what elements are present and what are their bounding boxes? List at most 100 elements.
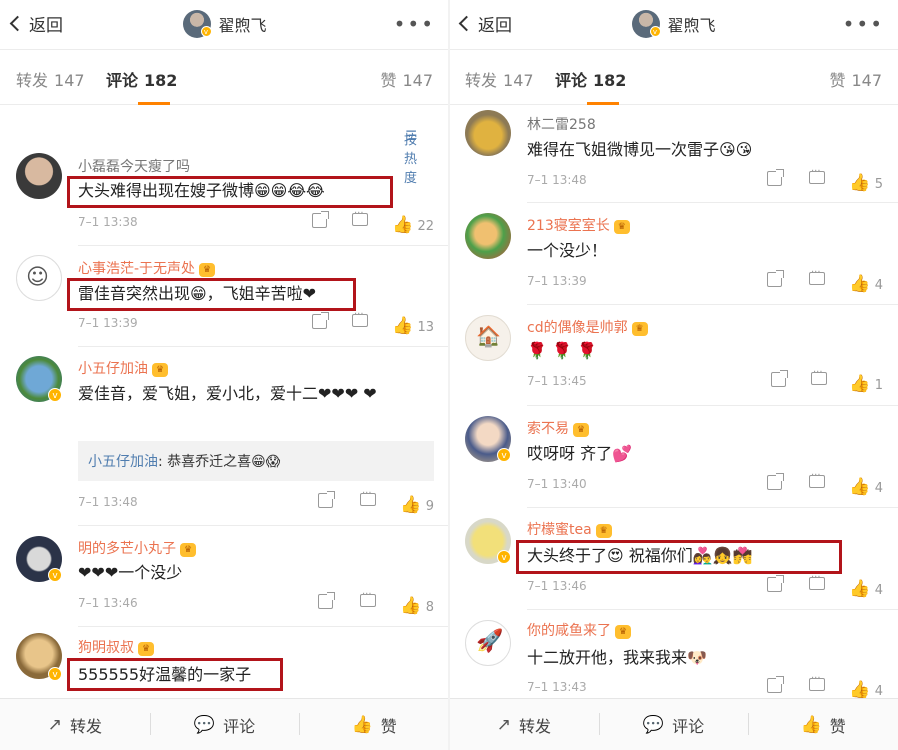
- username-text: cd的偶像是帅郭: [527, 320, 628, 336]
- repost-button[interactable]: ↗ 转发: [449, 699, 599, 750]
- reply-icon[interactable]: [360, 488, 376, 509]
- comment-divider: [527, 405, 898, 406]
- comment-username[interactable]: 狗明叔叔 ♛: [78, 637, 154, 657]
- comment-username[interactable]: 小五仔加油 ♛: [78, 358, 168, 378]
- comment-meta: 7–1 13:48 👍 5: [527, 166, 883, 193]
- comment-time: 7–1 13:48: [78, 495, 138, 509]
- comment-meta: 7–1 13:40 👍 4: [527, 470, 883, 497]
- like-button[interactable]: 👍 赞: [748, 699, 898, 750]
- avatar[interactable]: 🏠: [465, 315, 511, 361]
- like-count: 8: [425, 600, 434, 615]
- tab-repost[interactable]: 转发 147: [465, 67, 534, 91]
- reply-icon[interactable]: [360, 589, 376, 610]
- comment-username[interactable]: 明的多芒小丸子 ♛: [78, 538, 196, 558]
- share-icon[interactable]: [767, 473, 784, 493]
- share-icon[interactable]: [767, 676, 784, 696]
- reply-icon[interactable]: [352, 309, 368, 330]
- username-text: 213寝室室长: [527, 218, 610, 234]
- tab-repost-label: 转发: [16, 71, 49, 90]
- comment-username[interactable]: 柠檬蜜tea ♛: [527, 519, 612, 539]
- comment-username[interactable]: cd的偶像是帅郭 ♛: [527, 317, 648, 337]
- back-button[interactable]: 返回: [9, 11, 63, 36]
- username-text: 索不易: [527, 421, 569, 437]
- comment-time: 7–1 13:48: [527, 173, 587, 187]
- share-icon[interactable]: [312, 211, 329, 231]
- share-icon[interactable]: [318, 491, 335, 511]
- like-count: 4: [874, 684, 883, 699]
- tab-comment[interactable]: 评论 182: [106, 67, 177, 91]
- comment-username[interactable]: 索不易 ♛: [527, 418, 589, 438]
- share-icon[interactable]: [767, 169, 784, 189]
- comment-username[interactable]: 你的咸鱼来了 ♛: [527, 620, 631, 640]
- comment-username[interactable]: 小磊磊今天瘦了吗: [78, 156, 190, 176]
- reply-icon[interactable]: [809, 470, 825, 491]
- tab-comment[interactable]: 评论 182: [555, 67, 626, 91]
- comment-text: 一个没少！: [527, 241, 608, 260]
- repost-button[interactable]: ↗ 转发: [0, 699, 150, 750]
- comment-username[interactable]: 213寝室室长 ♛: [527, 215, 630, 235]
- share-icon[interactable]: [767, 575, 784, 595]
- avatar[interactable]: 🚀: [465, 620, 511, 666]
- share-icon[interactable]: [318, 592, 335, 612]
- like-button[interactable]: 👍 22: [392, 215, 434, 235]
- like-button[interactable]: 👍 9: [400, 495, 434, 515]
- tab-like[interactable]: 赞 147: [380, 67, 433, 91]
- avatar[interactable]: [465, 110, 511, 156]
- like-button[interactable]: 👍 4: [849, 579, 883, 599]
- comment-meta: 7–1 13:43 👍 4: [527, 673, 883, 700]
- like-label: 赞: [829, 716, 846, 736]
- comment-text: 哎呀呀 齐了💕: [527, 444, 633, 463]
- member-crown-icon: ♛: [138, 642, 154, 656]
- like-count: 4: [874, 583, 883, 598]
- reply-icon[interactable]: [809, 267, 825, 288]
- comment-username[interactable]: 心事浩茫-于无声处 ♛: [78, 258, 216, 278]
- member-crown-icon: ♛: [631, 322, 648, 336]
- comment-username[interactable]: 林二雷258: [527, 114, 596, 134]
- avatar[interactable]: [16, 153, 62, 199]
- reply-icon[interactable]: [811, 367, 827, 388]
- like-button[interactable]: 👍 8: [400, 596, 434, 616]
- right-phone-screen: 返回 v 翟煦飞 ••• 转发 147 评论 182 赞 147 林二雷258 难得在飞…: [449, 0, 898, 750]
- comment-icon: 💬: [193, 714, 216, 735]
- tab-like[interactable]: 赞 147: [829, 67, 882, 91]
- verified-badge-icon: v: [48, 388, 62, 402]
- more-dots-icon[interactable]: •••: [843, 12, 884, 36]
- avatar[interactable]: ☺: [16, 255, 62, 301]
- share-icon[interactable]: [771, 370, 788, 390]
- profile-title[interactable]: v 翟煦飞: [182, 10, 267, 38]
- like-button[interactable]: 👍 4: [849, 477, 883, 497]
- member-crown-icon: ♛: [573, 423, 589, 437]
- comment-button[interactable]: 💬 评论: [598, 699, 749, 750]
- back-button[interactable]: 返回: [458, 11, 512, 36]
- reply-icon[interactable]: [352, 208, 368, 229]
- reply-icon[interactable]: [809, 673, 825, 694]
- profile-title[interactable]: v 翟煦飞: [631, 10, 716, 38]
- like-button[interactable]: 👍 13: [392, 316, 434, 336]
- verified-badge-icon: v: [497, 550, 511, 564]
- page-title: 翟煦飞: [218, 16, 267, 35]
- like-button[interactable]: 👍 赞: [299, 699, 449, 750]
- tab-repost[interactable]: 转发 147: [16, 67, 85, 91]
- header-avatar: v: [182, 10, 212, 38]
- comment-label: 评论: [223, 716, 256, 736]
- sketch-face-icon: ☺: [26, 265, 49, 290]
- reply-icon[interactable]: [809, 572, 825, 593]
- comment-button[interactable]: 💬 评论: [149, 699, 300, 750]
- like-button[interactable]: 👍 1: [849, 374, 883, 394]
- reply-icon[interactable]: [809, 166, 825, 187]
- like-button[interactable]: 👍 4: [849, 274, 883, 294]
- tab-comment-count: 182: [144, 71, 178, 90]
- sort-bar: ☰ 按热度: [0, 105, 449, 186]
- tab-like-count: 147: [851, 71, 882, 90]
- reply-username[interactable]: 小五仔加油: [88, 454, 158, 470]
- like-button[interactable]: 👍 5: [849, 173, 883, 193]
- share-icon[interactable]: [767, 270, 784, 290]
- verified-badge-icon: v: [649, 26, 661, 37]
- share-icon[interactable]: [312, 312, 329, 332]
- sub-reply[interactable]: 小五仔加油: 恭喜乔迁之喜😁😱: [78, 441, 434, 481]
- comment-text: 🌹 🌹 🌹: [527, 341, 597, 360]
- like-button[interactable]: 👍 4: [849, 680, 883, 700]
- avatar[interactable]: [465, 213, 511, 259]
- highlight-box: [516, 540, 842, 574]
- more-dots-icon[interactable]: •••: [394, 12, 435, 36]
